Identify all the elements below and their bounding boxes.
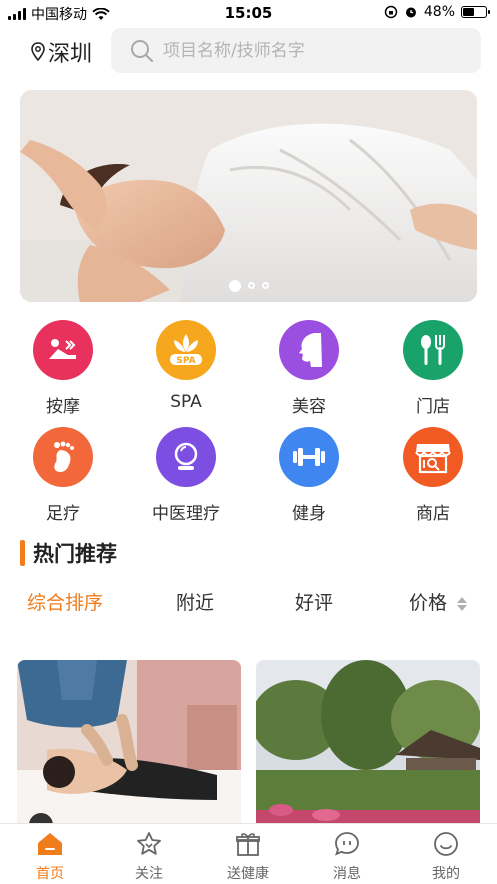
massage-icon <box>33 320 93 380</box>
spoon-fork-icon <box>403 320 463 380</box>
massage-photo <box>17 660 241 830</box>
category-fitness[interactable]: 健身 <box>264 427 354 524</box>
carousel-dot-1[interactable] <box>228 280 241 292</box>
tab-follow-label: 关注 <box>135 866 163 882</box>
svg-text:SPA: SPA <box>176 356 195 366</box>
header: 深圳 <box>0 28 497 74</box>
category-label: 美容 <box>292 397 326 417</box>
section-header: 热门推荐 <box>20 538 117 568</box>
shop-front-icon <box>403 427 463 487</box>
carousel-dot-3[interactable] <box>261 282 269 289</box>
category-label: 门店 <box>416 397 450 417</box>
category-label: SPA <box>170 392 202 412</box>
recommend-list <box>17 660 480 830</box>
category-spa[interactable]: SPA SPA <box>141 320 231 412</box>
category-label: 足疗 <box>46 504 80 524</box>
category-label: 健身 <box>292 504 326 524</box>
city-label: 深圳 <box>48 42 93 67</box>
user-icon <box>434 832 458 856</box>
carousel-indicator[interactable] <box>20 280 477 292</box>
rotation-lock-icon <box>384 5 398 19</box>
tab-messages[interactable]: 消息 <box>312 830 382 883</box>
sort-tabs: 综合排序 附近 好评 价格 <box>0 588 497 620</box>
battery-icon <box>461 6 490 18</box>
sort-overall[interactable]: 综合排序 <box>27 588 103 615</box>
category-label: 中医理疗 <box>152 504 220 524</box>
lotus-spa-icon: SPA <box>156 320 216 380</box>
section-accent-bar <box>20 540 25 566</box>
search-input[interactable] <box>161 39 465 62</box>
section-title: 热门推荐 <box>33 542 117 566</box>
sort-price[interactable]: 价格 <box>409 588 468 615</box>
tab-gift-label: 送健康 <box>227 866 269 882</box>
promo-banner[interactable] <box>20 90 477 302</box>
footprint-icon <box>33 427 93 487</box>
message-icon <box>335 832 359 856</box>
home-icon <box>38 833 62 855</box>
category-massage[interactable]: 按摩 <box>18 320 108 417</box>
category-label: 按摩 <box>46 397 80 417</box>
sort-price-label: 价格 <box>409 592 448 614</box>
recommend-card[interactable] <box>17 660 241 830</box>
dumbbell-icon <box>279 427 339 487</box>
bottom-tab-bar: 首页 关注 送健康 消息 我的 <box>0 823 497 884</box>
tab-gift[interactable]: 送健康 <box>213 830 283 883</box>
location-pin-icon <box>31 42 45 62</box>
status-right: 48% <box>384 4 490 20</box>
category-label: 商店 <box>416 504 450 524</box>
banner-image <box>20 90 477 302</box>
garden-photo <box>256 660 480 830</box>
city-selector[interactable]: 深圳 <box>30 36 92 68</box>
gift-icon <box>236 833 260 856</box>
tab-mine-label: 我的 <box>432 866 460 882</box>
crystal-ball-icon <box>156 427 216 487</box>
category-beauty[interactable]: 美容 <box>264 320 354 417</box>
tab-home[interactable]: 首页 <box>15 830 85 883</box>
sort-arrows-icon <box>457 596 468 611</box>
tab-follow[interactable]: 关注 <box>114 830 184 883</box>
search-bar[interactable] <box>111 28 481 73</box>
sort-rating[interactable]: 好评 <box>295 588 333 615</box>
category-shop[interactable]: 商店 <box>388 427 478 524</box>
tab-mine[interactable]: 我的 <box>411 830 481 883</box>
status-bar: 中国移动 15:05 48% <box>0 0 497 26</box>
search-icon <box>131 39 154 62</box>
tab-home-label: 首页 <box>36 866 64 882</box>
battery-percent: 48% <box>423 4 455 20</box>
sort-nearby[interactable]: 附近 <box>176 588 214 615</box>
recommend-card[interactable] <box>256 660 480 830</box>
alarm-icon <box>405 7 416 18</box>
star-icon <box>137 832 161 855</box>
face-profile-icon <box>279 320 339 380</box>
carousel-dot-2[interactable] <box>247 282 255 289</box>
category-foot-therapy[interactable]: 足疗 <box>18 427 108 524</box>
category-store[interactable]: 门店 <box>388 320 478 417</box>
tab-messages-label: 消息 <box>333 866 361 882</box>
category-tcm-therapy[interactable]: 中医理疗 <box>141 427 231 524</box>
